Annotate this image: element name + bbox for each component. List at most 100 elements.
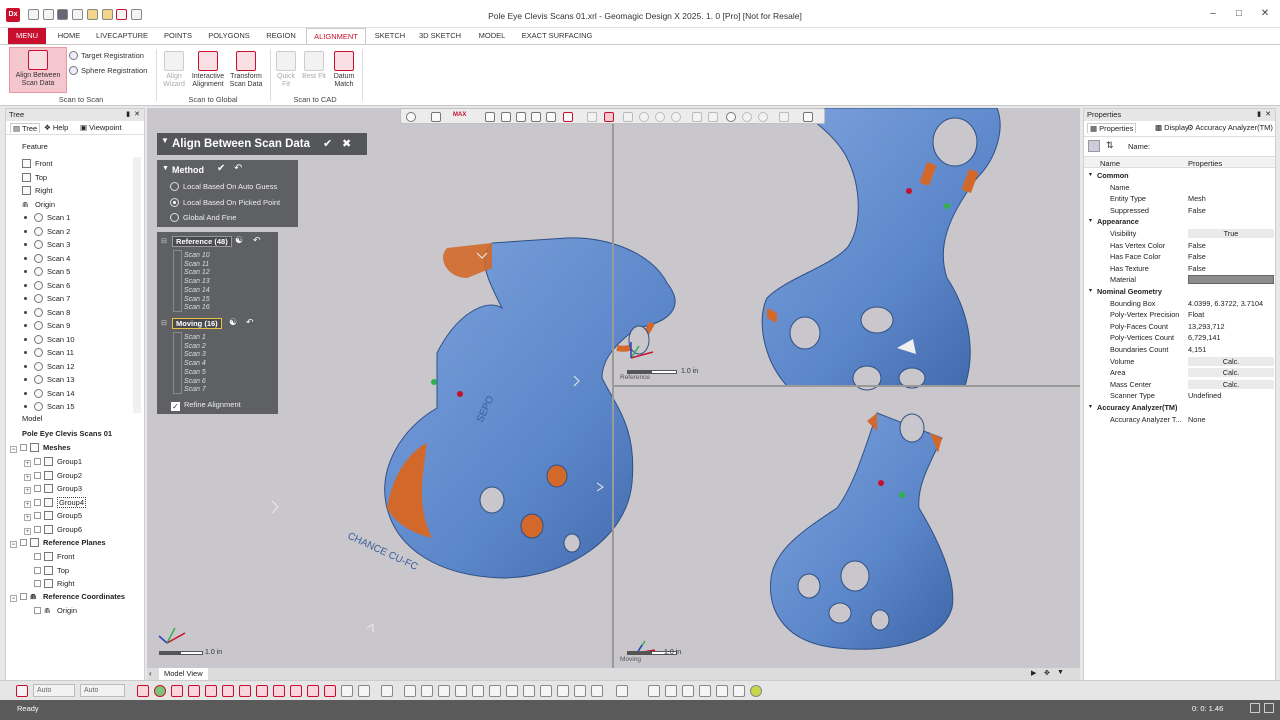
meshes-item[interactable]: − Meshes	[10, 441, 71, 454]
maximize-button[interactable]: □	[1226, 6, 1252, 22]
moving-scan-item[interactable]: Scan 1	[184, 334, 206, 341]
render-icon-4[interactable]	[742, 112, 752, 122]
property-row[interactable]: Scanner Type Undefined	[1084, 390, 1275, 402]
align-wizard-button[interactable]: Align Wizard	[160, 51, 188, 89]
toolbar-tool-icon[interactable]	[523, 685, 535, 697]
feature-scan-item[interactable]: Scan 3	[24, 238, 70, 251]
toolbar-tool-icon[interactable]	[438, 685, 450, 697]
moving-scan-item[interactable]: Scan 7	[184, 386, 206, 393]
feature-plane-item[interactable]: Front	[22, 157, 53, 170]
sphere-registration-button[interactable]: Sphere Registration	[69, 66, 147, 75]
toolbar-tool-icon[interactable]	[404, 685, 416, 697]
view-back-icon[interactable]	[501, 112, 511, 122]
property-row[interactable]: Suppressed False	[1084, 205, 1275, 217]
feature-scan-item[interactable]: Scan 14	[24, 387, 75, 400]
toolbar-tool-icon[interactable]	[307, 685, 319, 697]
toolbar-tool-icon[interactable]	[381, 685, 393, 697]
feature-plane-item[interactable]: Top	[22, 171, 47, 184]
quick-fit-button[interactable]: Quick Fit	[274, 51, 298, 89]
tab-tree[interactable]: ▤ Tree	[10, 123, 41, 133]
tab-polygons[interactable]: POLYGONS	[205, 28, 253, 44]
feature-scan-item[interactable]: Scan 9	[24, 319, 70, 332]
reference-scan-item[interactable]: Scan 16	[184, 304, 210, 311]
property-row[interactable]: Mass Center Calc.	[1084, 379, 1275, 391]
main-part-mesh[interactable]	[384, 237, 676, 579]
method-ok-icon[interactable]: ✔	[217, 163, 225, 174]
reference-toggle-icon[interactable]: ⊟	[161, 237, 167, 245]
close-button[interactable]: ✕	[1252, 6, 1278, 22]
property-row[interactable]: Area Calc.	[1084, 367, 1275, 379]
view-front-icon[interactable]	[485, 112, 495, 122]
method-undo-icon[interactable]: ↶	[234, 163, 242, 174]
reference-settings-icon[interactable]: ☯	[235, 235, 243, 246]
moving-settings-icon[interactable]: ☯	[229, 317, 237, 328]
render-icon-5[interactable]	[758, 112, 768, 122]
toolbar-tool-icon[interactable]	[188, 685, 200, 697]
new-file-icon[interactable]	[28, 9, 39, 20]
status-icon-2[interactable]	[1264, 703, 1274, 713]
toolbar-tool-icon[interactable]	[137, 685, 149, 697]
mesh-group-item[interactable]: + Group1	[24, 455, 82, 468]
toolbar-tool-icon[interactable]	[421, 685, 433, 697]
tab-sketch[interactable]: SKETCH	[370, 28, 410, 44]
tab-model[interactable]: MODEL	[472, 28, 512, 44]
view-top-icon[interactable]	[546, 112, 556, 122]
redo-icon[interactable]	[131, 9, 142, 20]
toolbar-tool-icon[interactable]	[506, 685, 518, 697]
property-category[interactable]: ▾ Appearance	[1084, 216, 1275, 228]
tab-display[interactable]: ▩ Display	[1155, 123, 1189, 132]
reference-scan-item[interactable]: Scan 15	[184, 296, 210, 303]
moving-scrollbar[interactable]	[173, 332, 182, 394]
display-icon-3[interactable]	[655, 112, 665, 122]
feature-scan-item[interactable]: Scan 13	[24, 373, 75, 386]
selection-filter-icon[interactable]	[16, 685, 28, 697]
tab-region[interactable]: REGION	[260, 28, 302, 44]
import-icon[interactable]	[102, 9, 113, 20]
minimize-button[interactable]: –	[1200, 6, 1226, 22]
pin-icon[interactable]: ▮	[1257, 109, 1261, 121]
feature-scan-item[interactable]: Scan 10	[24, 333, 75, 346]
moving-scan-item[interactable]: Scan 5	[184, 369, 206, 376]
toolbar-tool-icon[interactable]	[489, 685, 501, 697]
toolbar-tool-icon[interactable]	[341, 685, 353, 697]
reference-plane-item[interactable]: Top	[34, 564, 69, 577]
property-row[interactable]: Has Vertex Color False	[1084, 240, 1275, 252]
toolbar-tool-icon[interactable]	[750, 685, 762, 697]
feature-scan-item[interactable]: Scan 4	[24, 252, 70, 265]
toolbar-tool-icon[interactable]	[290, 685, 302, 697]
close-icon[interactable]: ✕	[1265, 109, 1271, 121]
display-icon-2[interactable]	[639, 112, 649, 122]
property-row[interactable]: Entity Type Mesh	[1084, 193, 1275, 205]
toolbar-tool-icon[interactable]	[540, 685, 552, 697]
toolbar-tool-icon[interactable]	[154, 685, 166, 697]
interactive-alignment-button[interactable]: Interactive Alignment	[188, 51, 228, 89]
view-options-icon[interactable]	[803, 112, 813, 122]
tab-livecapture[interactable]: LIVECAPTURE	[94, 28, 150, 44]
undo-icon[interactable]	[116, 9, 127, 20]
align-between-scan-data-button[interactable]: Align Between Scan Data	[9, 47, 67, 93]
viewport-divider-horizontal[interactable]	[614, 385, 1080, 387]
property-row[interactable]: Poly-Vertices Count 6,729,141	[1084, 332, 1275, 344]
mesh-group-item[interactable]: + Group2	[24, 469, 82, 482]
pin-icon[interactable]: ▮	[126, 109, 130, 121]
toolbar-tool-icon[interactable]	[324, 685, 336, 697]
close-icon[interactable]: ✕	[134, 109, 140, 121]
toolbar-tool-icon[interactable]	[273, 685, 285, 697]
tab-accuracy-analyzer[interactable]: ⚙ Accuracy Analyzer(TM)	[1187, 123, 1273, 132]
section-icon[interactable]	[587, 112, 597, 122]
moving-scan-item[interactable]: Scan 4	[184, 360, 206, 367]
reference-part-mesh[interactable]	[761, 108, 1001, 391]
selection-mode-select[interactable]: Auto	[33, 684, 75, 697]
view-cube-icon[interactable]	[431, 112, 441, 122]
tab-move-icon[interactable]: ✥	[1044, 669, 1050, 677]
feature-scan-item[interactable]: Scan 8	[24, 306, 70, 319]
export-icon[interactable]	[72, 9, 83, 20]
property-row[interactable]: Has Texture False	[1084, 263, 1275, 275]
moving-undo-icon[interactable]: ↶	[246, 317, 254, 328]
tab-menu[interactable]: MENU	[8, 28, 46, 44]
reference-origin-item[interactable]: ⋒ Origin	[34, 604, 77, 617]
feature-origin-item[interactable]: ⋒ Origin	[22, 198, 55, 211]
toolbar-tool-icon[interactable]	[716, 685, 728, 697]
toolbar-tool-icon[interactable]	[682, 685, 694, 697]
method-collapse-icon[interactable]: ▼	[162, 165, 169, 172]
